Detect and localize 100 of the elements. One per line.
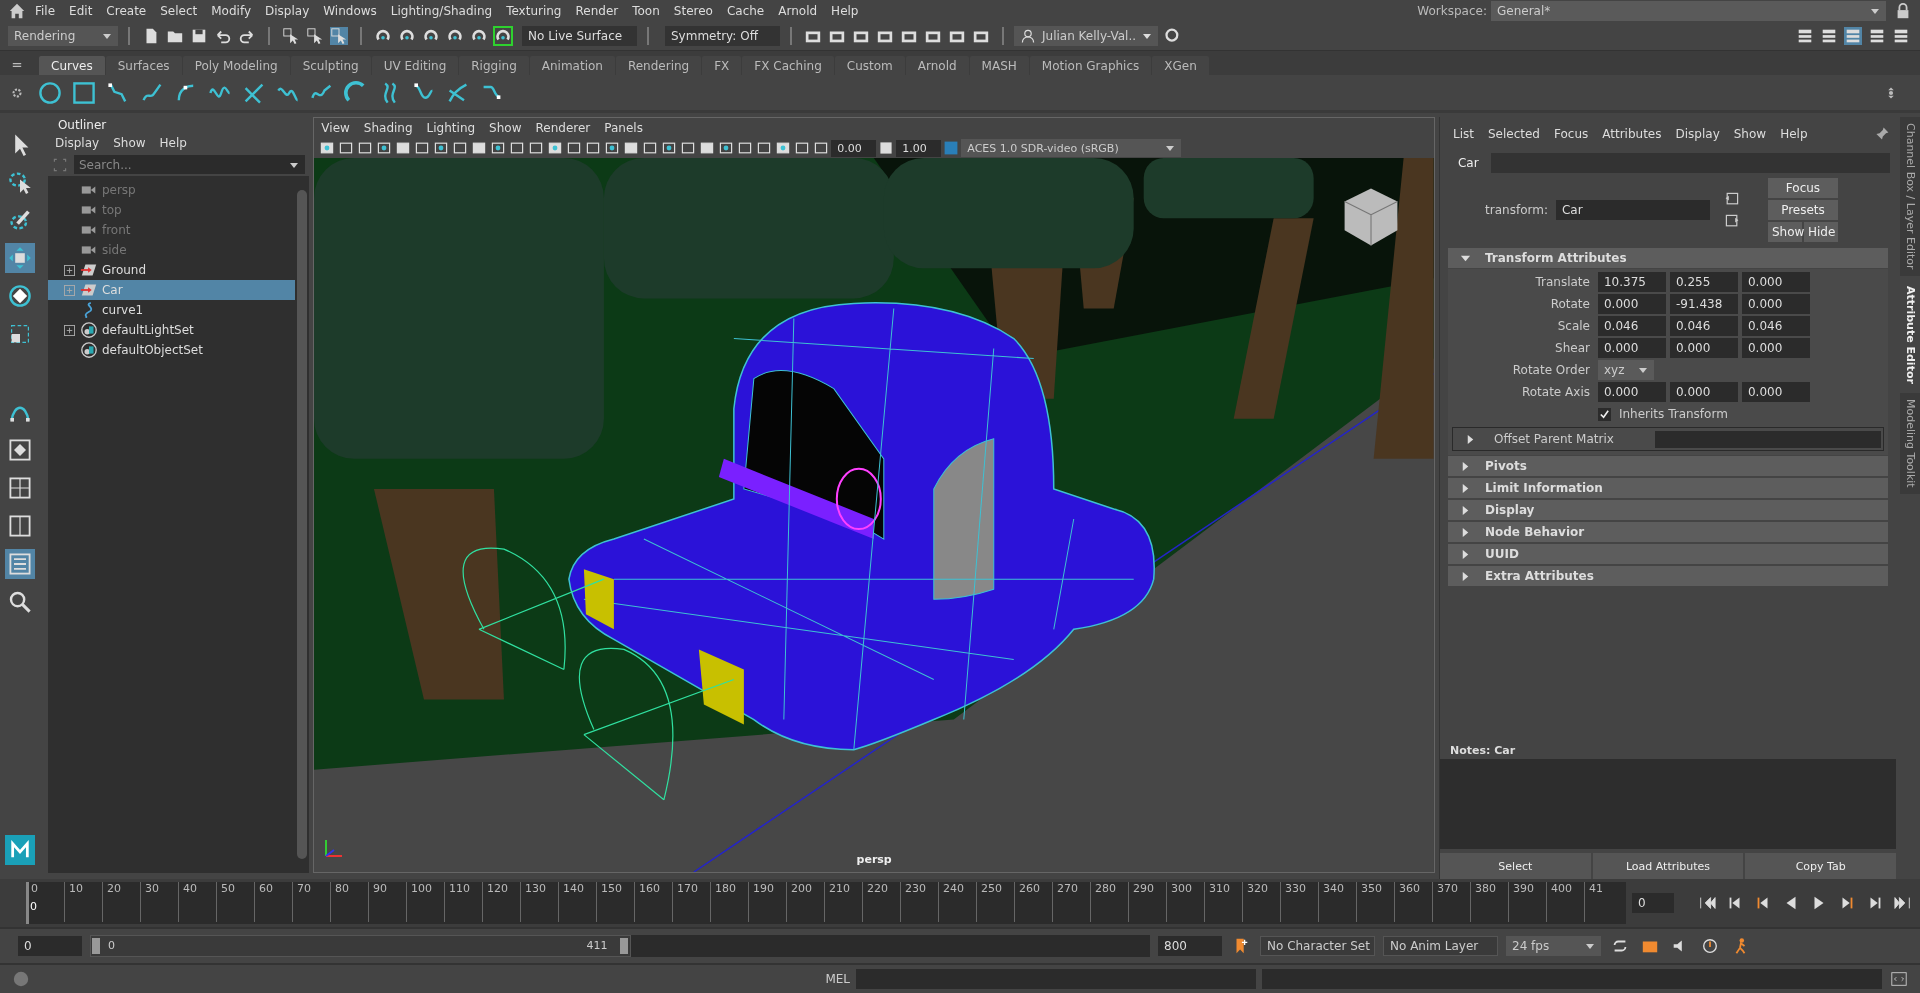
menu-item[interactable]: Lighting xyxy=(419,121,483,135)
menu-item[interactable]: Panels xyxy=(597,121,650,135)
menu-item[interactable]: Help xyxy=(152,136,194,150)
select-camera-icon[interactable] xyxy=(319,140,336,156)
shelf-tab[interactable]: Arnold xyxy=(905,56,969,75)
menu-item[interactable]: Show xyxy=(482,121,529,135)
anim-layer-dropdown[interactable]: No Anim Layer xyxy=(1383,936,1498,956)
checkbox[interactable] xyxy=(1597,407,1611,421)
menu-item[interactable]: Attributes xyxy=(1595,127,1669,141)
menu-item[interactable]: Edit xyxy=(62,4,100,18)
menu-item[interactable]: Help xyxy=(824,4,866,18)
menu-item[interactable]: Stereo xyxy=(666,4,720,18)
curve-tool-icon[interactable] xyxy=(72,80,96,105)
section-header[interactable]: Limit Information xyxy=(1447,478,1888,498)
attribute-value-field[interactable]: -91.438 xyxy=(1669,294,1738,314)
menu-item[interactable]: Windows xyxy=(316,4,384,18)
exposure-field[interactable]: 0.00 xyxy=(831,139,877,157)
menu-set-dropdown[interactable]: Rendering xyxy=(8,26,118,46)
pin-icon[interactable] xyxy=(1874,126,1890,142)
start-frame-field[interactable]: 0 xyxy=(18,936,82,956)
cached-playback-icon[interactable] xyxy=(1701,937,1719,955)
attribute-value-field[interactable]: 0.000 xyxy=(1597,294,1666,314)
menu-item[interactable]: Arnold xyxy=(771,4,825,18)
shelf-tab[interactable]: Poly Modeling xyxy=(182,56,290,75)
shelf-tab[interactable]: FX xyxy=(702,56,742,75)
command-input-field[interactable] xyxy=(856,969,1256,989)
menu-item[interactable]: Show xyxy=(1726,127,1774,141)
attribute-value-field[interactable]: 0.000 xyxy=(1741,382,1810,402)
output-connection-icon[interactable] xyxy=(1723,213,1740,229)
rotate-order-dropdown[interactable]: xyz xyxy=(1597,360,1654,380)
menu-item[interactable]: Modify xyxy=(204,4,258,18)
attribute-value-field[interactable]: 0.000 xyxy=(1669,382,1738,402)
go-to-start-icon[interactable] xyxy=(1698,894,1716,912)
menu-item[interactable]: Toon xyxy=(625,4,667,18)
scrollbar[interactable] xyxy=(297,190,308,859)
menu-item[interactable]: Select xyxy=(153,4,205,18)
shelf-tab[interactable]: Curves xyxy=(39,56,105,75)
attribute-value-field[interactable]: 0.046 xyxy=(1741,316,1810,336)
end-frame-field[interactable]: 800 xyxy=(1158,936,1222,956)
shelf-tab[interactable]: Motion Graphics xyxy=(1029,56,1152,75)
panel-button[interactable]: Select xyxy=(1439,853,1591,879)
dropdown-arrow-icon[interactable] xyxy=(1870,6,1880,16)
range-end-handle[interactable] xyxy=(619,938,628,954)
menu-item[interactable]: View xyxy=(314,121,357,135)
menu-item[interactable]: Cache xyxy=(719,4,772,18)
menu-item[interactable]: Lighting/Shading xyxy=(383,4,500,18)
attribute-editor-icon[interactable] xyxy=(1844,27,1862,45)
expand-icon[interactable] xyxy=(63,324,75,336)
range-start-handle[interactable] xyxy=(92,938,100,954)
live-surface-field[interactable]: No Live Surface xyxy=(522,26,637,46)
side-tab[interactable]: Channel Box / Layer Editor xyxy=(1900,117,1920,276)
shelf-tab[interactable]: MASH xyxy=(969,56,1029,75)
menu-item[interactable]: Create xyxy=(99,4,154,18)
outliner-layout-icon[interactable] xyxy=(4,549,35,579)
current-frame-field[interactable]: 0 xyxy=(1632,893,1674,913)
shelf-tab[interactable]: Rigging xyxy=(459,56,529,75)
object-select-icon[interactable] xyxy=(306,27,324,45)
outliner-item[interactable]: curve1 xyxy=(47,300,296,320)
go-to-end-icon[interactable] xyxy=(1894,894,1912,912)
home-icon[interactable] xyxy=(8,2,26,20)
outliner-item[interactable]: defaultObjectSet xyxy=(47,340,296,360)
node-name-field[interactable]: Car xyxy=(1555,200,1710,220)
dropdown-arrow-icon[interactable] xyxy=(1637,365,1648,375)
shelf-tab[interactable]: UV Editing xyxy=(371,56,459,75)
section-header[interactable]: UUID xyxy=(1447,544,1888,564)
menu-item[interactable]: Display xyxy=(47,136,107,150)
section-header[interactable]: Node Behavior xyxy=(1447,522,1888,542)
menu-item[interactable]: Render xyxy=(568,4,626,18)
menu-item[interactable]: Renderer xyxy=(528,121,598,135)
gamma-field[interactable]: 1.00 xyxy=(896,139,942,157)
show-button[interactable]: Show xyxy=(1767,222,1802,242)
move-tool-icon[interactable] xyxy=(4,243,35,273)
shelf-tab[interactable]: Rendering xyxy=(615,56,702,75)
matrix-field[interactable] xyxy=(1654,430,1881,448)
focus-button[interactable]: Focus xyxy=(1767,178,1838,198)
user-account-dropdown[interactable]: Julian Kelly-Val.. xyxy=(1014,26,1159,46)
color-space-dropdown[interactable]: ACES 1.0 SDR-video (sRGB) xyxy=(961,139,1182,157)
menu-item[interactable]: Focus xyxy=(1547,127,1596,141)
fps-dropdown[interactable]: 24 fps xyxy=(1506,936,1601,956)
command-language-label[interactable]: MEL xyxy=(825,972,850,986)
menu-item[interactable]: Display xyxy=(1668,127,1727,141)
component-select-icon[interactable] xyxy=(330,27,348,45)
panel-button[interactable]: Copy Tab xyxy=(1745,853,1896,879)
node-tab[interactable]: Car xyxy=(1445,153,1491,173)
panel-button[interactable]: Load Attributes xyxy=(1592,853,1744,879)
workspace-dropdown[interactable]: General* xyxy=(1491,1,1886,21)
magnet-icon[interactable] xyxy=(494,27,512,45)
attribute-value-field[interactable]: 0.000 xyxy=(1741,272,1810,292)
time-slider[interactable]: 0 10 20 30 40 50 60 70 80 90 100 110 120 130 140 150 160 170 180 190 200 210 220 230 240 250 260 270 280 290 300 310 320 330 340 350 360 370 380 390 400 41 0 xyxy=(26,882,1626,924)
menu-item[interactable]: File xyxy=(28,4,63,18)
shelf-tab[interactable]: XGen xyxy=(1152,56,1209,75)
attribute-value-field[interactable]: 0.000 xyxy=(1741,338,1810,358)
section-header[interactable]: Display xyxy=(1447,500,1888,520)
menu-item[interactable]: Texturing xyxy=(499,4,569,18)
shelf-tab[interactable]: Custom xyxy=(834,56,905,75)
symmetry-field[interactable]: Symmetry: Off xyxy=(665,26,780,46)
shelf-tab[interactable]: Surfaces xyxy=(105,56,182,75)
dropdown-arrow-icon[interactable] xyxy=(1165,143,1176,153)
outliner-item[interactable]: defaultLightSet xyxy=(47,320,296,340)
attribute-value-field[interactable]: 0.000 xyxy=(1741,294,1810,314)
